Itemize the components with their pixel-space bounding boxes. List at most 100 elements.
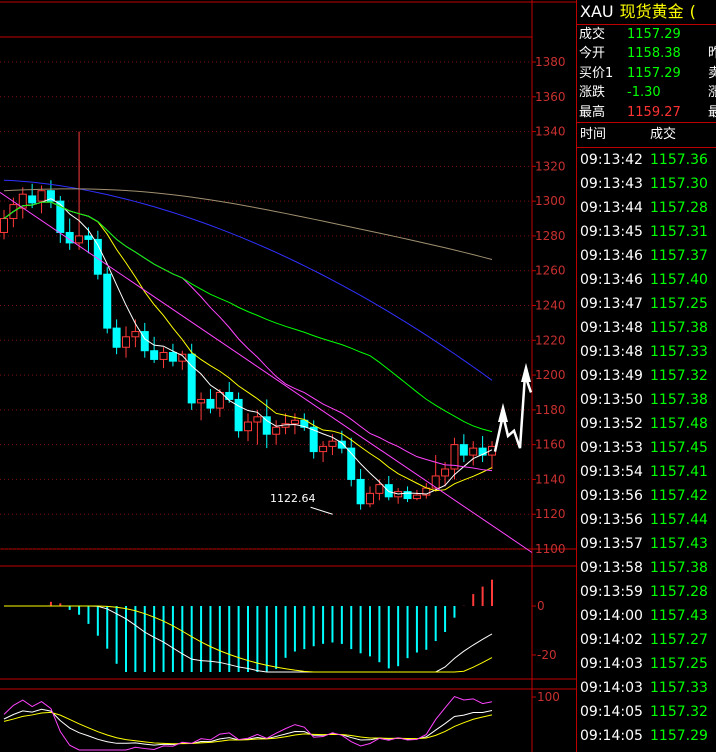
- price-axis-label: 1260: [535, 264, 566, 278]
- tick-price: 1157.32: [650, 703, 708, 720]
- symbol-name: 现货黄金: [619, 2, 684, 21]
- tick-price: 1157.48: [650, 415, 708, 432]
- candle: [337, 440, 346, 449]
- tick-price: 1157.25: [650, 295, 708, 312]
- tick-row[interactable]: 09:13:59 1157.28: [577, 580, 716, 604]
- forecast-arrow-head: [521, 362, 531, 383]
- tick-price: 1157.28: [650, 199, 708, 216]
- quote-summary: 成交 1157.29 今开 1158.38 昨买价1 1157.29 卖涨跌 -1.30 涨最高…: [577, 25, 716, 122]
- candle: [469, 447, 478, 456]
- candle: [0, 218, 8, 233]
- tick-price: 1157.38: [650, 391, 708, 408]
- tick-price: 1157.30: [650, 175, 708, 192]
- tick-row[interactable]: 09:14:00 1157.43: [577, 604, 716, 628]
- tick-time: 09:13:46: [580, 247, 643, 264]
- tick-price: 1157.40: [650, 271, 708, 288]
- tick-row[interactable]: 09:14:03 1157.25: [577, 652, 716, 676]
- tick-row[interactable]: 09:13:46 1157.37: [577, 244, 716, 268]
- candle: [366, 492, 374, 505]
- tick-list[interactable]: 09:13:42 1157.36 09:13:43 1157.30 09:13:44 11…: [577, 148, 716, 748]
- candle: [431, 475, 440, 489]
- tick-row[interactable]: 09:13:54 1157.41: [577, 460, 716, 484]
- candle: [272, 426, 281, 435]
- tick-row[interactable]: 09:13:43 1157.30: [577, 172, 716, 196]
- tick-time: 09:13:49: [580, 367, 643, 384]
- tick-row[interactable]: 09:13:44 1157.28: [577, 196, 716, 220]
- candle: [215, 391, 224, 409]
- candle: [459, 444, 468, 456]
- tick-row[interactable]: 09:13:48 1157.33: [577, 340, 716, 364]
- tick-price: 1157.31: [650, 223, 708, 240]
- symbol-header[interactable]: XAU 现货黄金 (: [577, 0, 716, 25]
- tick-time: 09:13:52: [580, 415, 643, 432]
- candle: [122, 336, 130, 348]
- candle: [75, 235, 84, 244]
- tick-row[interactable]: 09:13:58 1157.38: [577, 556, 716, 580]
- tick-row[interactable]: 09:13:42 1157.36: [577, 148, 716, 172]
- ma10-line: [3, 201, 493, 492]
- tick-row[interactable]: 09:13:47 1157.25: [577, 292, 716, 316]
- quote-label: 买价1: [579, 65, 614, 81]
- kline-chart[interactable]: 1380 1360 1340 1320 1300 1280 1260 1240 1220 1200…: [0, 0, 576, 752]
- tick-time: 09:14:03: [580, 655, 643, 672]
- macd-pane[interactable]: 0 -20: [0, 565, 576, 680]
- tick-time: 09:13:57: [580, 535, 643, 552]
- tick-row[interactable]: 09:14:02 1157.27: [577, 628, 716, 652]
- ticks-header-price: 成交: [650, 126, 677, 142]
- tick-row[interactable]: 09:13:53 1157.45: [577, 436, 716, 460]
- kdj-pane[interactable]: 100: [0, 688, 576, 751]
- candle: [253, 416, 262, 423]
- kdj-axis-label: 100: [537, 690, 560, 704]
- candle: [328, 440, 337, 447]
- candle: [103, 273, 112, 329]
- quote-value: -1.30: [627, 85, 661, 101]
- main-price-pane[interactable]: 1380 1360 1340 1320 1300 1280 1260 1240 1220 1200…: [0, 0, 576, 752]
- tick-row[interactable]: 09:13:50 1157.38: [577, 388, 716, 412]
- tick-time: 09:13:56: [580, 511, 643, 528]
- forecast-arrow-head: [498, 402, 508, 423]
- macd-axis-label: -20: [537, 648, 557, 662]
- tick-time: 09:13:53: [580, 439, 643, 456]
- tick-row[interactable]: 09:13:49 1157.32: [577, 364, 716, 388]
- tick-row[interactable]: 09:14:03 1157.33: [577, 676, 716, 700]
- ma60-line: [3, 179, 493, 381]
- tick-time: 09:14:00: [580, 607, 643, 624]
- quote-extra-label: 昨: [708, 44, 716, 63]
- candle: [412, 494, 421, 500]
- candle: [441, 468, 450, 477]
- price-axis-label: 1180: [535, 403, 566, 417]
- tick-time: 09:14:02: [580, 631, 643, 648]
- candle: [290, 419, 299, 425]
- tick-time: 09:13:47: [580, 295, 643, 312]
- tick-row[interactable]: 09:13:56 1157.44: [577, 508, 716, 532]
- candle: [131, 331, 140, 338]
- candle: [84, 235, 93, 240]
- tick-time: 09:13:43: [580, 175, 643, 192]
- candle: [112, 327, 121, 348]
- symbol-extra: (: [689, 2, 696, 21]
- quote-label: 成交: [579, 27, 606, 42]
- tick-row[interactable]: 09:13:57 1157.43: [577, 532, 716, 556]
- tick-time: 09:13:54: [580, 463, 643, 480]
- tick-price: 1157.38: [650, 319, 708, 336]
- tick-row[interactable]: 09:13:48 1157.38: [577, 316, 716, 340]
- candle: [159, 351, 168, 360]
- tick-row[interactable]: 09:14:05 1157.32: [577, 700, 716, 724]
- tick-price: 1157.29: [650, 727, 708, 744]
- tick-row[interactable]: 09:13:56 1157.42: [577, 484, 716, 508]
- ticks-header: 时间 成交: [577, 121, 716, 148]
- tick-row[interactable]: 09:13:45 1157.31: [577, 220, 716, 244]
- tick-time: 09:13:48: [580, 319, 643, 336]
- price-axis-label: 1100: [535, 542, 566, 556]
- tick-row[interactable]: 09:14:05 1157.29: [577, 724, 716, 748]
- quote-extra-label: 涨: [708, 83, 716, 102]
- tick-price: 1157.33: [650, 679, 708, 696]
- candle: [262, 416, 271, 435]
- tick-row[interactable]: 09:13:46 1157.40: [577, 268, 716, 292]
- tick-time: 09:13:56: [580, 487, 643, 504]
- price-axis-label: 1320: [535, 159, 566, 173]
- tick-time: 09:13:44: [580, 199, 643, 216]
- candle: [150, 350, 159, 360]
- price-axis-label: 1200: [535, 368, 566, 382]
- tick-row[interactable]: 09:13:52 1157.48: [577, 412, 716, 436]
